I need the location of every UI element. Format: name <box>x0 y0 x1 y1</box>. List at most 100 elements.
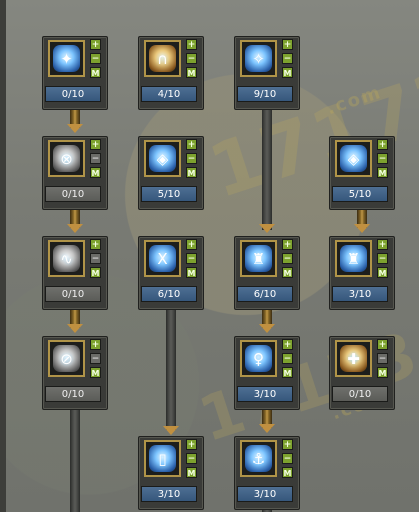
skill-level-label: 0/10 <box>45 186 101 202</box>
remove-point-button[interactable]: − <box>282 253 293 264</box>
ice-pillar-icon: ▯ <box>149 445 176 472</box>
add-point-button[interactable]: + <box>186 439 197 450</box>
skill-icon-box[interactable]: ✦ <box>48 40 85 77</box>
remove-point-button[interactable]: − <box>90 153 101 164</box>
skill-slot[interactable]: ▯ + − M 3/10 <box>138 436 204 510</box>
remove-point-button[interactable]: − <box>90 353 101 364</box>
add-point-button[interactable]: + <box>377 139 388 150</box>
skill-slot[interactable]: ♀ + − M 3/10 <box>234 336 300 410</box>
prereq-arrow-icon <box>67 324 83 333</box>
skill-level-label: 6/10 <box>141 286 197 302</box>
max-level-button[interactable]: M <box>282 67 293 78</box>
skill-icon-box[interactable]: ♜ <box>240 240 277 277</box>
remove-point-button[interactable]: − <box>282 453 293 464</box>
add-point-button[interactable]: + <box>90 39 101 50</box>
skill-slot[interactable]: ♜ + − M 6/10 <box>234 236 300 310</box>
max-level-button[interactable]: M <box>282 267 293 278</box>
skill-icon-box[interactable]: ✚ <box>335 340 372 377</box>
add-point-button[interactable]: + <box>90 339 101 350</box>
skill-level-label: 6/10 <box>237 286 293 302</box>
max-level-button[interactable]: M <box>186 267 197 278</box>
skill-icon-box[interactable]: ▯ <box>144 440 181 477</box>
add-point-button[interactable]: + <box>282 39 293 50</box>
add-point-button[interactable]: + <box>90 239 101 250</box>
max-level-button[interactable]: M <box>90 367 101 378</box>
skill-slot[interactable]: ✚ + − M 0/10 <box>329 336 395 410</box>
tower-icon: ♜ <box>340 245 367 272</box>
remove-point-button[interactable]: − <box>377 353 388 364</box>
remove-point-button[interactable]: − <box>377 253 388 264</box>
prereq-arrow-icon <box>67 124 83 133</box>
prereq-arrow-icon <box>163 426 179 435</box>
skill-level-label: 3/10 <box>237 486 293 502</box>
max-level-button[interactable]: M <box>186 167 197 178</box>
max-level-button[interactable]: M <box>186 67 197 78</box>
skill-icon-box[interactable]: ⚓ <box>240 440 277 477</box>
skill-level-label: 9/10 <box>237 86 293 102</box>
max-level-button[interactable]: M <box>90 67 101 78</box>
skill-slot[interactable]: ◈ + − M 5/10 <box>329 136 395 210</box>
remove-point-button[interactable]: − <box>282 353 293 364</box>
prereq-link <box>166 306 176 430</box>
remove-point-button[interactable]: − <box>186 153 197 164</box>
remove-point-button[interactable]: − <box>186 453 197 464</box>
skill-level-label: 0/10 <box>45 386 101 402</box>
skill-slot[interactable]: ✦ + − M 0/10 <box>42 36 108 110</box>
skill-level-label: 3/10 <box>332 286 388 302</box>
skill-slot[interactable]: ⊘ + − M 0/10 <box>42 336 108 410</box>
skill-icon-box[interactable]: ◈ <box>144 140 181 177</box>
max-level-button[interactable]: M <box>282 367 293 378</box>
skill-level-label: 0/10 <box>45 286 101 302</box>
skill-slot[interactable]: ◈ + − M 5/10 <box>138 136 204 210</box>
add-point-button[interactable]: + <box>282 339 293 350</box>
skill-level-label: 5/10 <box>141 186 197 202</box>
max-level-button[interactable]: M <box>186 467 197 478</box>
cross-slash-icon: X <box>149 245 176 272</box>
add-point-button[interactable]: + <box>377 239 388 250</box>
skill-icon-box[interactable]: ◈ <box>335 140 372 177</box>
skill-slot[interactable]: ∿ + − M 0/10 <box>42 236 108 310</box>
skill-icon-box[interactable]: ∿ <box>48 240 85 277</box>
skill-slot[interactable]: ✧ + − M 9/10 <box>234 36 300 110</box>
prereq-arrow-icon <box>259 324 275 333</box>
prereq-arrow-icon <box>354 224 370 233</box>
skill-slot[interactable]: ♜ + − M 3/10 <box>329 236 395 310</box>
skill-slot[interactable]: ∩ + − M 4/10 <box>138 36 204 110</box>
crystal-shield-icon: ◈ <box>340 145 367 172</box>
skill-slot[interactable]: ⊗ + − M 0/10 <box>42 136 108 210</box>
skill-icon-box[interactable]: ⊗ <box>48 140 85 177</box>
skill-icon-box[interactable]: ∩ <box>144 40 181 77</box>
add-point-button[interactable]: + <box>186 39 197 50</box>
skill-tree-panel: 17173 17173 .com .com ✦+−M0/10 ∩+−M4/10 … <box>0 0 419 512</box>
max-level-button[interactable]: M <box>90 267 101 278</box>
max-level-button[interactable]: M <box>282 467 293 478</box>
skill-level-label: 4/10 <box>141 86 197 102</box>
add-point-button[interactable]: + <box>186 239 197 250</box>
add-point-button[interactable]: + <box>282 239 293 250</box>
max-level-button[interactable]: M <box>90 167 101 178</box>
add-point-button[interactable]: + <box>377 339 388 350</box>
skill-slot[interactable]: X + − M 6/10 <box>138 236 204 310</box>
max-level-button[interactable]: M <box>377 367 388 378</box>
add-point-button[interactable]: + <box>186 139 197 150</box>
remove-point-button[interactable]: − <box>377 153 388 164</box>
max-level-button[interactable]: M <box>377 167 388 178</box>
skill-icon-box[interactable]: ⊘ <box>48 340 85 377</box>
remove-point-button[interactable]: − <box>90 253 101 264</box>
remove-point-button[interactable]: − <box>282 53 293 64</box>
add-point-button[interactable]: + <box>90 139 101 150</box>
skill-icon-box[interactable]: X <box>144 240 181 277</box>
skill-slot[interactable]: ⚓ + − M 3/10 <box>234 436 300 510</box>
skill-icon-box[interactable]: ♀ <box>240 340 277 377</box>
gold-cross-icon: ✚ <box>340 345 367 372</box>
prereq-arrow-icon <box>259 424 275 433</box>
remove-point-button[interactable]: − <box>186 253 197 264</box>
skill-level-label: 3/10 <box>141 486 197 502</box>
remove-point-button[interactable]: − <box>90 53 101 64</box>
skill-icon-box[interactable]: ♜ <box>335 240 372 277</box>
max-level-button[interactable]: M <box>377 267 388 278</box>
add-point-button[interactable]: + <box>282 439 293 450</box>
skill-icon-box[interactable]: ✧ <box>240 40 277 77</box>
remove-point-button[interactable]: − <box>186 53 197 64</box>
skill-level-label: 0/10 <box>332 386 388 402</box>
